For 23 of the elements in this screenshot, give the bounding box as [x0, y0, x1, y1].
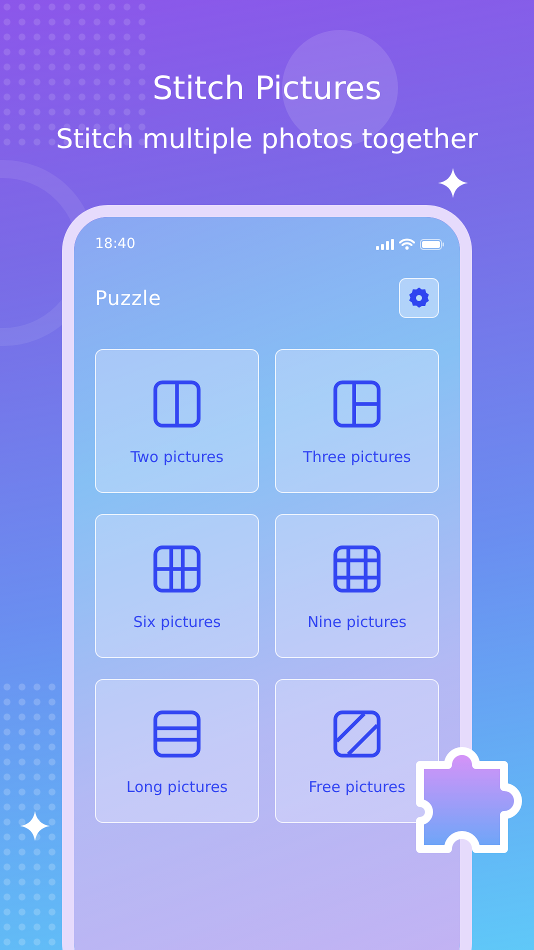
screen-title: Puzzle [95, 286, 162, 310]
stacked-rows-icon [151, 708, 203, 760]
headline: Stitch Pictures [152, 68, 382, 109]
layout-option-card[interactable]: Free pictures [275, 679, 439, 823]
diagonal-stripes-icon [331, 708, 383, 760]
layout-option-card[interactable]: Three pictures [275, 349, 439, 493]
layout-option-card[interactable]: Two pictures [95, 349, 259, 493]
subheadline: Stitch multiple photos together [56, 123, 478, 157]
three-panel-grid-icon [331, 378, 383, 430]
signal-icon [376, 238, 394, 250]
battery-icon [420, 238, 444, 250]
settings-button[interactable] [399, 278, 439, 318]
wifi-icon [399, 238, 415, 250]
layout-option-card[interactable]: Nine pictures [275, 514, 439, 658]
sparkle-icon [438, 168, 468, 198]
layout-option-card[interactable]: Long pictures [95, 679, 259, 823]
two-panel-grid-icon [151, 378, 203, 430]
status-time: 18:40 [95, 236, 136, 252]
settings-icon [408, 287, 430, 309]
nine-panel-grid-icon [331, 543, 383, 595]
layout-option-card[interactable]: Six pictures [95, 514, 259, 658]
six-panel-grid-icon [151, 543, 203, 595]
sparkle-icon [20, 811, 50, 841]
